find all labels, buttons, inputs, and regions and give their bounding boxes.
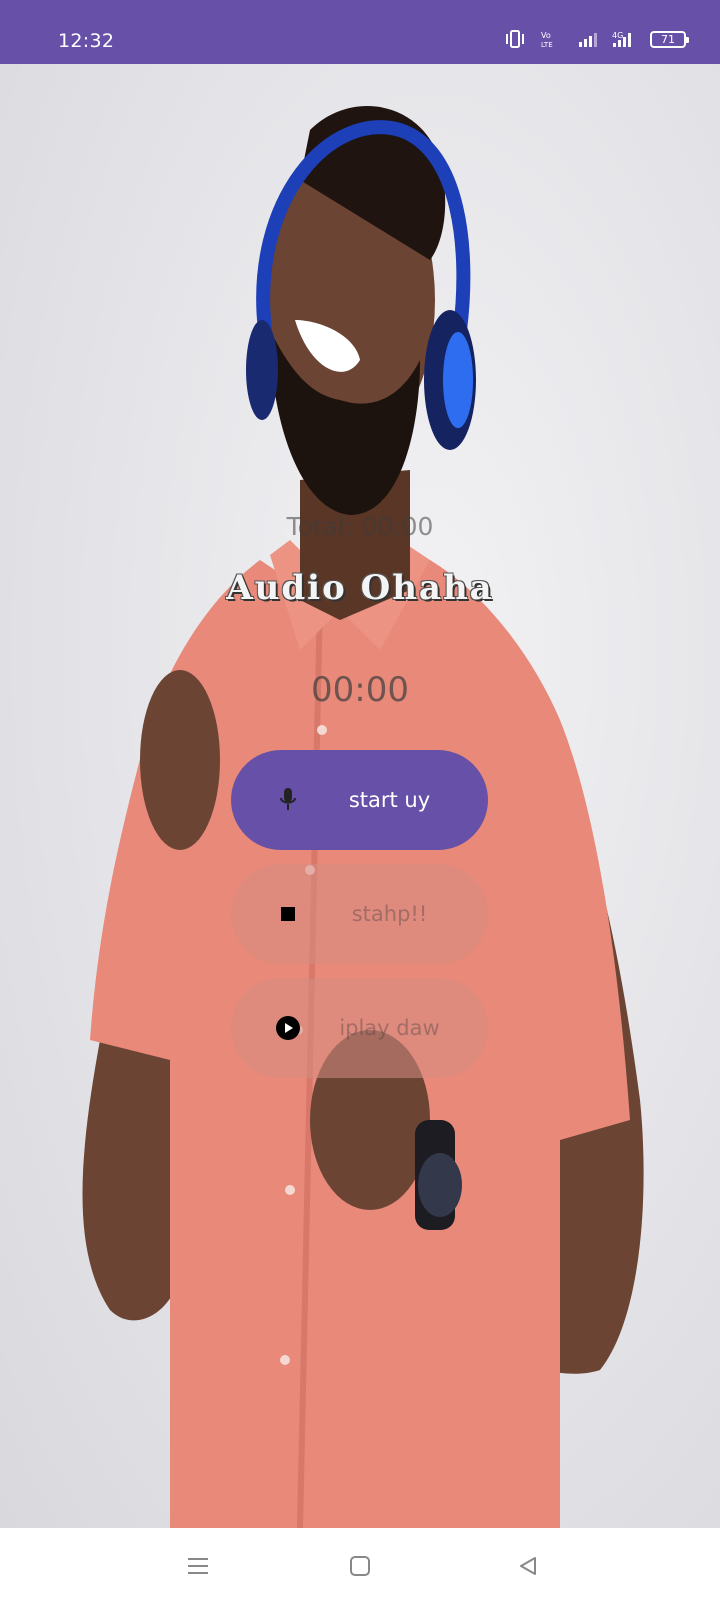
status-time: 12:32 [58, 30, 115, 52]
stop-icon [275, 901, 301, 927]
microphone-icon [275, 787, 301, 813]
navigation-bar [0, 1528, 720, 1604]
app-title: Audio Ohaha [226, 568, 494, 608]
total-duration-label: Total: 00:00 [286, 512, 434, 541]
back-icon[interactable] [508, 1548, 548, 1584]
status-icons: Vo LTE 4G 71 [504, 30, 689, 48]
vibrate-icon [504, 30, 526, 48]
svg-text:4G: 4G [612, 31, 623, 40]
signal-icon [578, 31, 598, 47]
volte-icon: Vo LTE [540, 30, 564, 48]
svg-text:Vo: Vo [541, 31, 551, 40]
stop-button[interactable]: stahp!! [231, 864, 488, 964]
play-button-label: iplay daw [339, 1016, 440, 1040]
menu-icon[interactable] [178, 1548, 218, 1584]
recording-timer: 00:00 [311, 670, 409, 710]
stop-button-label: stahp!! [351, 902, 428, 926]
battery-icon: 71 [650, 30, 689, 48]
start-button-label: start uy [348, 788, 431, 812]
status-bar: 12:32 Vo LTE 4G 71 [0, 0, 720, 64]
4g-signal-icon: 4G [612, 30, 636, 48]
play-icon [275, 1015, 301, 1041]
start-recording-button[interactable]: start uy [231, 750, 488, 850]
play-button[interactable]: iplay daw [231, 978, 488, 1078]
home-icon[interactable] [340, 1548, 380, 1584]
svg-text:LTE: LTE [541, 41, 553, 48]
